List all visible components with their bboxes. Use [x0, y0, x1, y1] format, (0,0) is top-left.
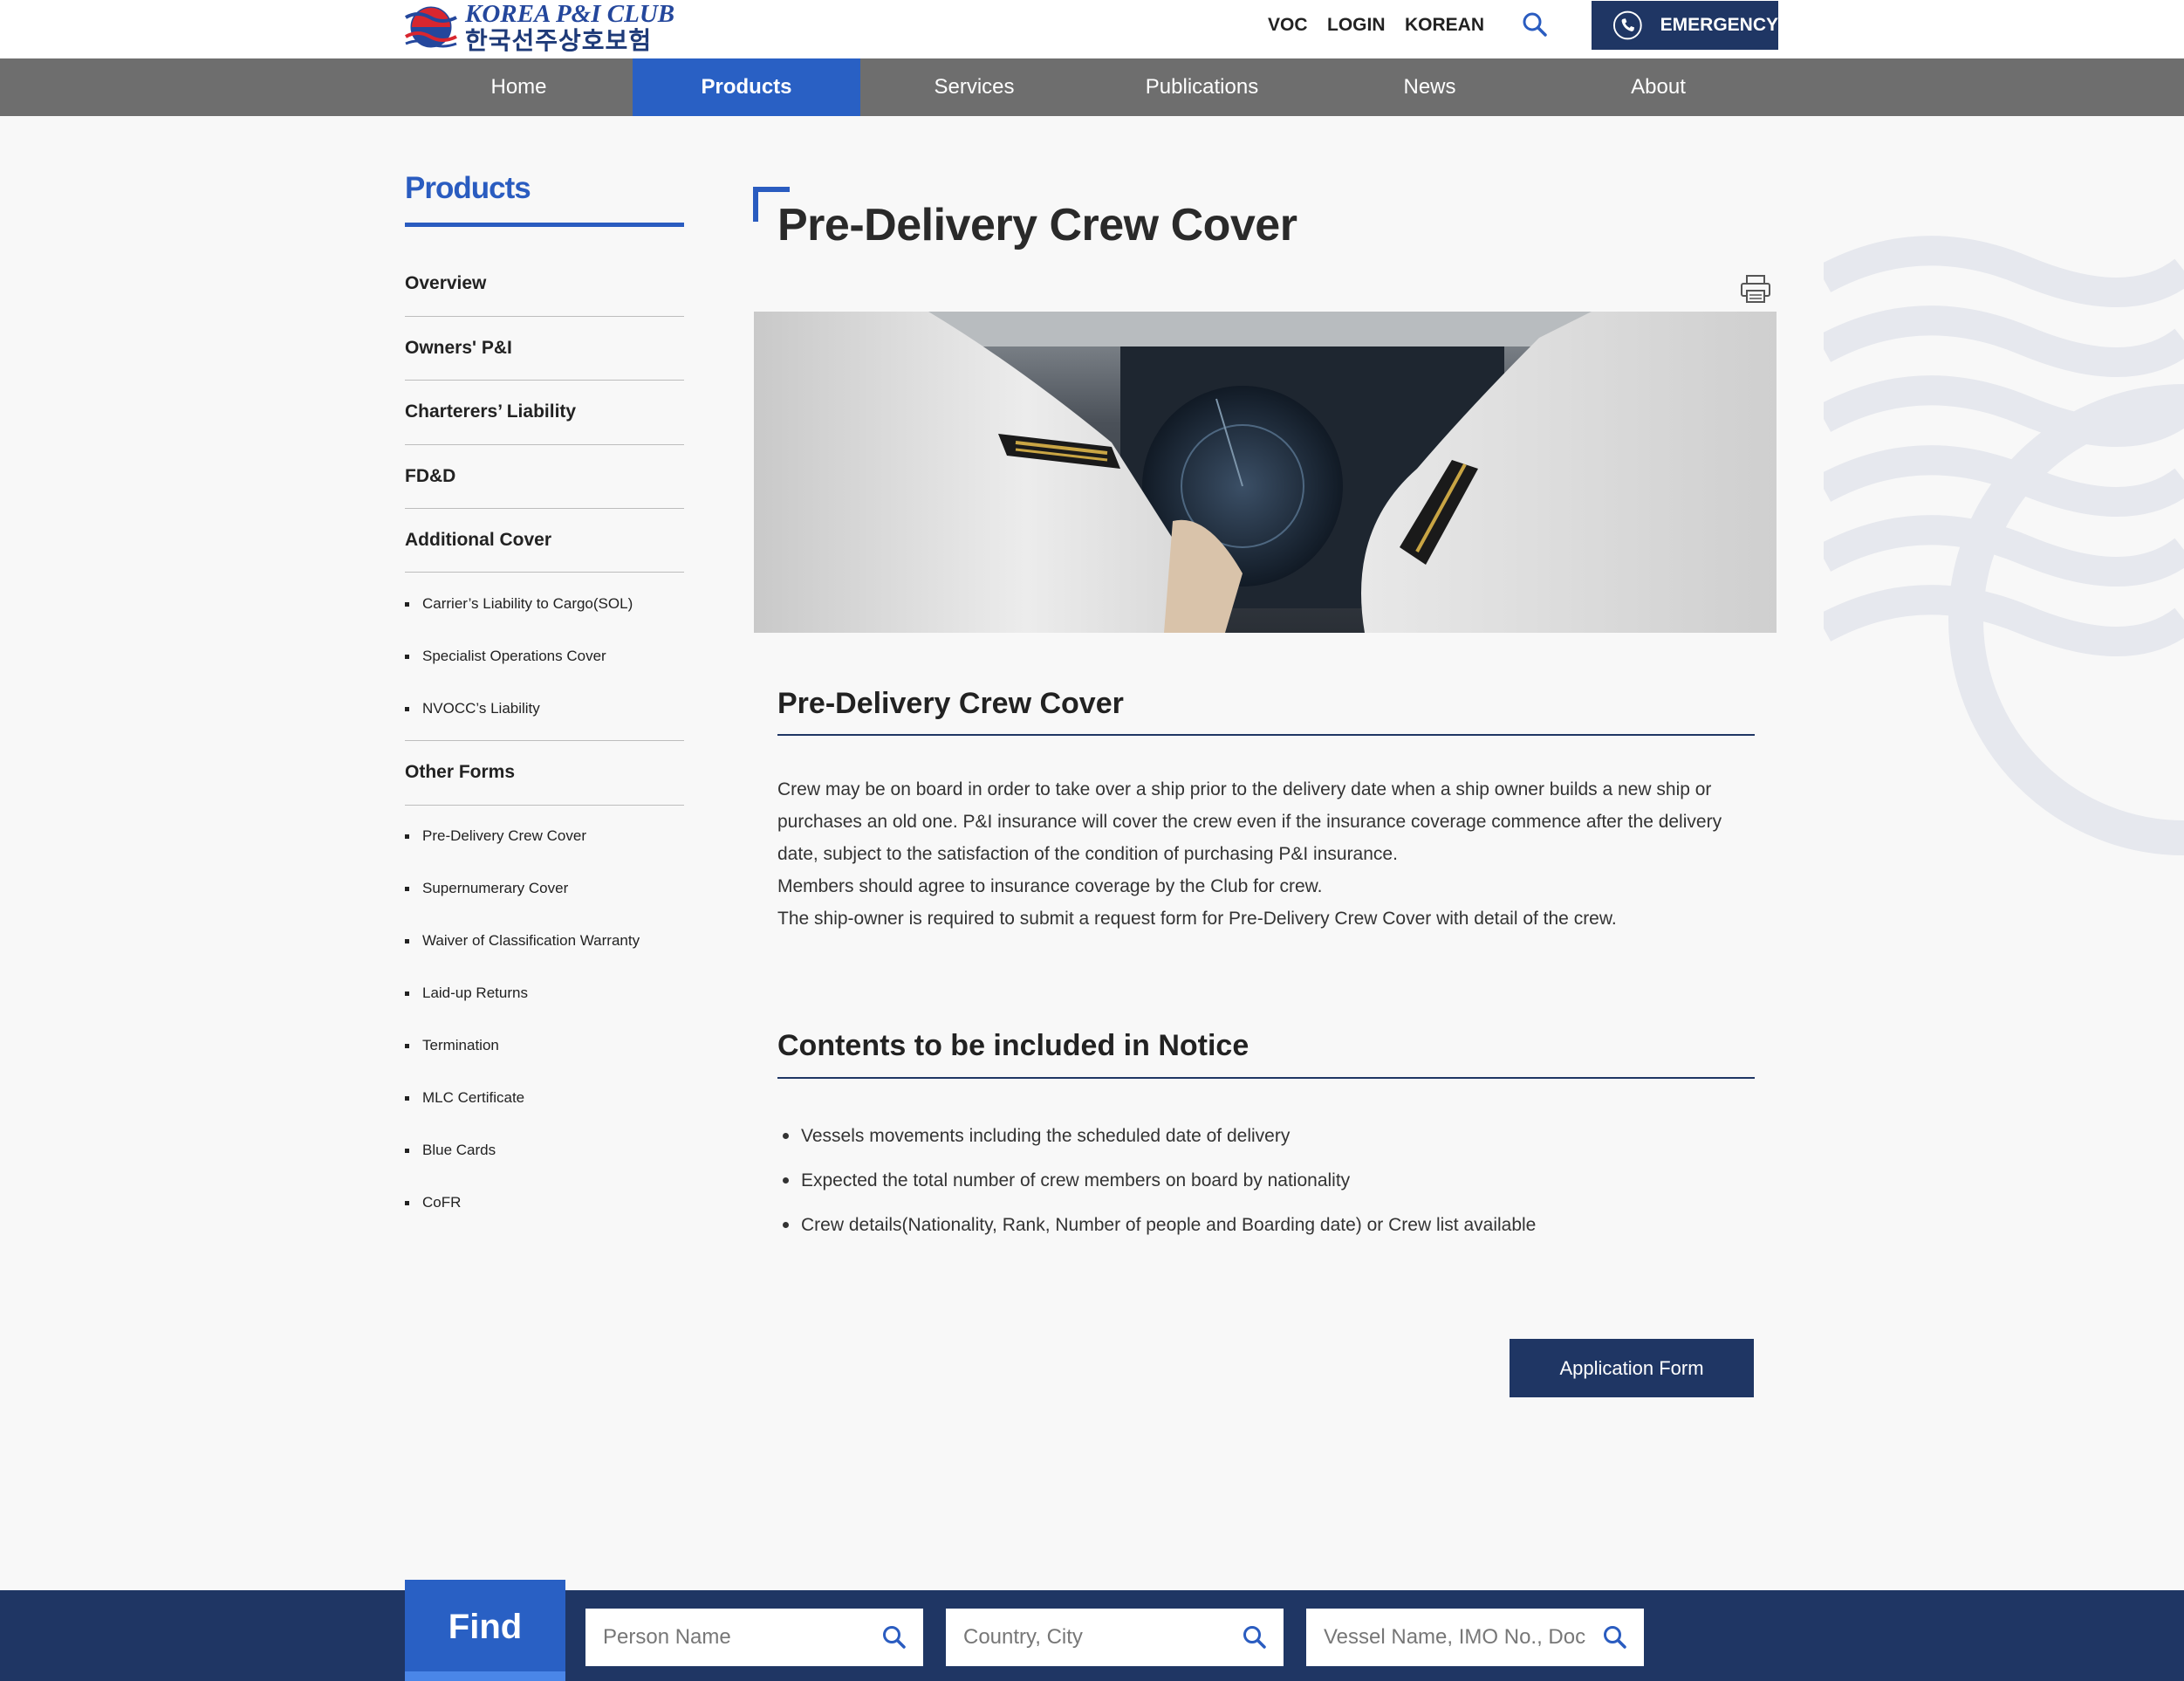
sidebar-subitem-label: Specialist Operations Cover: [422, 648, 606, 664]
find-tab-accent: [405, 1671, 565, 1681]
bullet: [405, 601, 409, 607]
country-city-search: [946, 1609, 1284, 1666]
club-logo[interactable]: KOREA P&I CLUB 한국선주상호보험: [404, 0, 674, 54]
sidebar-subitem-label: Carrier’s Liability to Cargo(SOL): [422, 595, 633, 612]
main-nav: Home Products Services Publications News…: [0, 58, 2184, 116]
nav-news[interactable]: News: [1316, 58, 1544, 116]
sidebar-title: Products: [405, 171, 531, 205]
section-title-pre-delivery: Pre-Delivery Crew Cover: [777, 687, 1124, 720]
bullet: [783, 1133, 789, 1139]
bullet: [783, 1177, 789, 1184]
sidebar-subitem-supernumerary-cover[interactable]: Supernumerary Cover: [405, 862, 684, 915]
nav-about[interactable]: About: [1544, 58, 1772, 116]
list-item-text: Crew details(Nationality, Rank, Number o…: [801, 1214, 1537, 1235]
bullet: [405, 938, 409, 943]
list-item: Expected the total number of crew member…: [777, 1158, 1536, 1203]
nav-publications[interactable]: Publications: [1088, 58, 1316, 116]
application-form-button[interactable]: Application Form: [1510, 1339, 1754, 1397]
sidebar-subitem-label: Termination: [422, 1037, 499, 1053]
list-item: Vessels movements including the schedule…: [777, 1114, 1536, 1158]
page-title: Pre-Delivery Crew Cover: [777, 200, 1297, 250]
korean-language-link[interactable]: KOREAN: [1405, 0, 1484, 51]
background-wave-decoration: [1824, 236, 2184, 855]
sidebar-item-additional-cover[interactable]: Additional Cover: [405, 508, 684, 573]
phone-icon: [1612, 10, 1642, 40]
vessel-search: [1306, 1609, 1644, 1666]
bullet: [405, 991, 409, 996]
paragraph: Crew may be on board in order to take ov…: [777, 779, 1722, 864]
section-underline: [777, 734, 1755, 736]
logo-korean: 한국선주상호보험: [465, 25, 653, 55]
logo-emblem-icon: [405, 6, 457, 48]
list-item-text: Vessels movements including the schedule…: [801, 1125, 1291, 1146]
search-icon[interactable]: [1242, 1624, 1268, 1650]
country-city-input[interactable]: [946, 1609, 1225, 1666]
logo-english: KOREA P&I CLUB: [465, 0, 675, 28]
bullet: [783, 1222, 789, 1228]
bullet: [405, 706, 409, 711]
search-icon[interactable]: [1521, 10, 1549, 38]
sidebar-subitem-label: MLC Certificate: [422, 1089, 525, 1106]
notice-contents-list: Vessels movements including the schedule…: [777, 1114, 1536, 1247]
voc-link[interactable]: VOC: [1268, 0, 1308, 51]
login-link[interactable]: LOGIN: [1327, 0, 1386, 51]
sidebar-subitem-nvocc-liability[interactable]: NVOCC’s Liability: [405, 683, 684, 735]
sidebar-subitem-label: Blue Cards: [422, 1142, 496, 1158]
divider: [405, 572, 684, 573]
sidebar-subitem-carriers-liability[interactable]: Carrier’s Liability to Cargo(SOL): [405, 578, 684, 630]
find-label: Find: [405, 1580, 565, 1681]
sidebar-subitem-label: Pre-Delivery Crew Cover: [422, 827, 586, 844]
sidebar-item-fdd[interactable]: FD&D: [405, 444, 684, 509]
bullet: [405, 1148, 409, 1153]
nav-home[interactable]: Home: [405, 58, 633, 116]
emergency-button[interactable]: EMERGENCY: [1592, 1, 1778, 50]
emergency-label: EMERGENCY: [1660, 15, 1778, 35]
top-bar: KOREA P&I CLUB 한국선주상호보험 VOC LOGIN KOREAN…: [0, 0, 2184, 58]
section-title-notice-contents: Contents to be included in Notice: [777, 1029, 1249, 1062]
sidebar-subitem-termination[interactable]: Termination: [405, 1019, 684, 1072]
person-name-search: [585, 1609, 923, 1666]
bullet: [405, 834, 409, 839]
sidebar-item-overview[interactable]: Overview: [405, 251, 684, 316]
divider: [405, 805, 684, 806]
sidebar-item-owners-pi[interactable]: Owners' P&I: [405, 316, 684, 381]
sidebar-subitem-label: CoFR: [422, 1194, 462, 1211]
search-icon[interactable]: [1602, 1624, 1628, 1650]
section-underline: [777, 1077, 1755, 1079]
description-text: Crew may be on board in order to take ov…: [777, 773, 1755, 935]
paragraph: The ship-owner is required to submit a r…: [777, 909, 1617, 929]
bullet: [405, 1043, 409, 1048]
sidebar-subitem-laid-up-returns[interactable]: Laid-up Returns: [405, 967, 684, 1019]
print-icon[interactable]: [1739, 274, 1772, 304]
hero-image-ship-officers: [754, 312, 1777, 633]
vessel-input[interactable]: [1306, 1609, 1585, 1666]
list-item-text: Expected the total number of crew member…: [801, 1170, 1351, 1190]
bullet: [405, 1095, 409, 1101]
sidebar-subitem-label: NVOCC’s Liability: [422, 700, 540, 717]
person-name-input[interactable]: [585, 1609, 865, 1666]
sidebar-subitem-label: Supernumerary Cover: [422, 880, 569, 896]
list-item: Crew details(Nationality, Rank, Number o…: [777, 1203, 1536, 1247]
sidebar-subitem-label: Laid-up Returns: [422, 985, 528, 1001]
bullet: [405, 1200, 409, 1205]
sidebar-subitem-waiver-classification[interactable]: Waiver of Classification Warranty: [405, 915, 684, 967]
nav-services[interactable]: Services: [860, 58, 1088, 116]
sidebar-item-charterers-liability[interactable]: Charterers’ Liability: [405, 380, 684, 444]
sidebar-subitem-mlc-certificate[interactable]: MLC Certificate: [405, 1072, 684, 1124]
nav-products[interactable]: Products: [633, 58, 860, 116]
sidebar-subitem-blue-cards[interactable]: Blue Cards: [405, 1124, 684, 1177]
bullet: [405, 886, 409, 891]
search-icon[interactable]: [881, 1624, 907, 1650]
paragraph: Members should agree to insurance covera…: [777, 876, 1323, 896]
sidebar-subitem-pre-delivery-crew-cover[interactable]: Pre-Delivery Crew Cover: [405, 810, 684, 862]
bullet: [405, 654, 409, 659]
sidebar-subitem-label: Waiver of Classification Warranty: [422, 932, 640, 949]
sidebar-subitem-specialist-operations[interactable]: Specialist Operations Cover: [405, 630, 684, 683]
sidebar-item-other-forms[interactable]: Other Forms: [405, 740, 684, 805]
sidebar-title-underline: [405, 223, 684, 227]
sidebar-subitem-cofr[interactable]: CoFR: [405, 1177, 684, 1229]
